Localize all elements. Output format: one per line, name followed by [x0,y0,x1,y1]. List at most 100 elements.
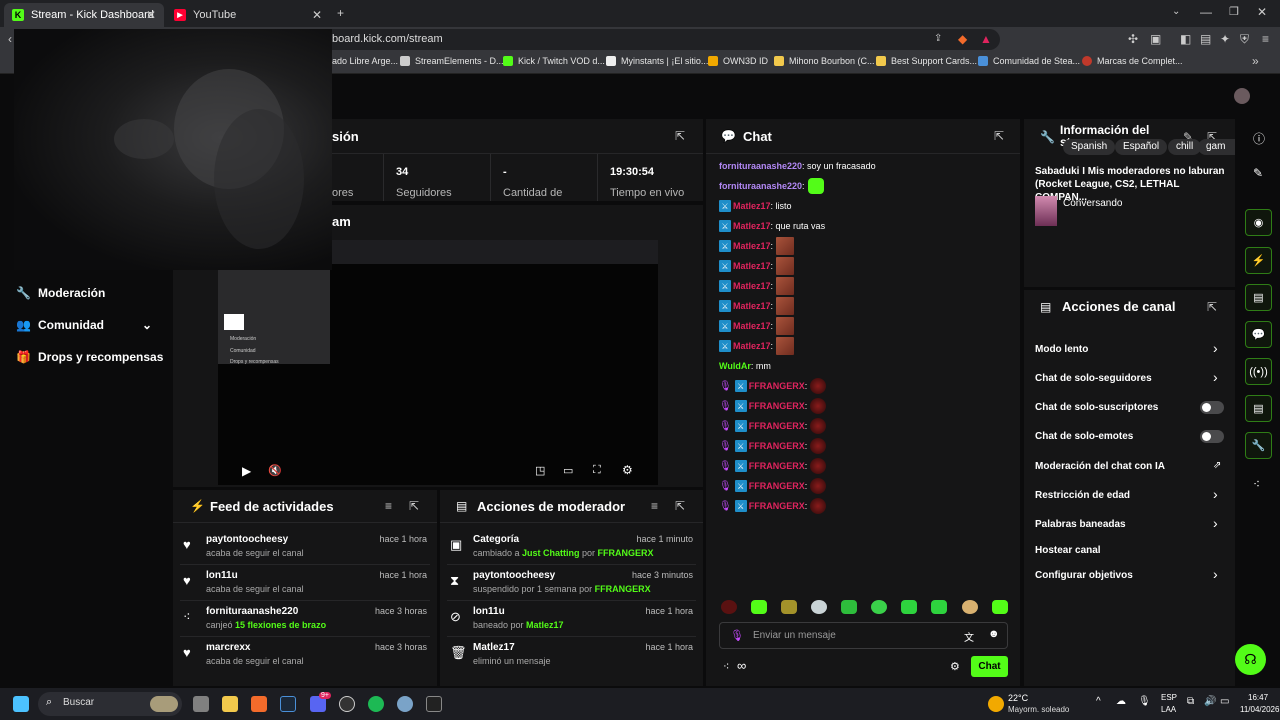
chat-username[interactable]: WuldAr [719,361,751,371]
channel-setting-6[interactable]: Palabras baneadas [1035,519,1126,530]
tray-icon[interactable]: ☁ [1116,696,1126,707]
channel-setting-5[interactable]: Restricción de edad [1035,490,1130,501]
bookmark-item[interactable]: Mihono Bourbon (C... [774,56,875,66]
avatar[interactable] [1234,88,1250,104]
channel-setting-8[interactable]: Configurar objetivos [1035,570,1133,581]
emote-icon[interactable] [962,600,978,614]
rail-button-camera[interactable]: ◉ [1245,209,1272,236]
bookmark-item[interactable]: Marcas de Complet... [1082,56,1183,66]
task-view-icon[interactable] [193,696,209,712]
sidebar-item-moderacion[interactable]: 🔧 Moderación [16,286,105,300]
url-field[interactable]: board.kick.com/stream [320,29,1000,50]
filter-icon[interactable]: ≡ [651,499,658,513]
language-indicator[interactable]: ESP [1161,693,1177,702]
sidebar-toggle-icon[interactable]: ◧ [1180,32,1191,46]
leo-ai-icon[interactable]: ✦ [1220,32,1230,46]
tag-chip[interactable]: chill [1168,139,1202,155]
chat-message[interactable]: fornituraanashe220: soy un fracasado [719,159,876,173]
chat-username[interactable]: Matlez17 [733,201,771,211]
chat-message[interactable]: fornituraanashe220: [719,178,824,194]
bookmark-item[interactable]: Comunidad de Stea... [978,56,1080,66]
chat-message[interactable]: 🎙 ⚔ FFRANGERX: [719,458,827,474]
chat-input[interactable]: 🎙 Enviar un mensaje 文 ☻ [719,622,1008,649]
popout-icon[interactable]: ⇱ [1207,300,1217,314]
tag-chip[interactable]: Español [1115,139,1168,155]
rail-button-chat[interactable]: 💬 [1245,321,1272,348]
brave-rewards-icon[interactable]: ▲ [980,32,992,46]
chat-message[interactable]: WuldAr: mm [719,359,771,373]
maximize-icon[interactable]: ❐ [1229,5,1239,18]
chat-message[interactable]: ⚔ Matlez17: listo [719,199,792,213]
sidebar-item-comunidad[interactable]: 👥 Comunidad ⌄ [16,318,152,332]
rail-button-document[interactable]: ▤ [1245,284,1272,311]
channel-setting-0[interactable]: Modo lento [1035,344,1088,355]
chat-message[interactable]: ⚔ Matlez17: [719,257,795,275]
tab-youtube[interactable]: ▶ YouTube ✕ [166,3,330,27]
bookmark-item[interactable]: ado Libre Arge... [332,56,398,66]
chat-message[interactable]: ⚔ Matlez17: [719,237,795,255]
list-item[interactable]: ⁖ fornituraanashe220 canjeó 15 flexiones d… [173,606,437,636]
category-thumbnail[interactable] [1035,196,1057,226]
chat-message[interactable]: 🎙 ⚔ FFRANGERX: [719,438,827,454]
more-bookmarks-icon[interactable]: » [1252,54,1259,68]
vpn-icon[interactable]: ⛨ [1240,32,1249,47]
chat-username[interactable]: FFRANGERX [749,461,805,471]
network-icon[interactable]: ⧉ [1187,696,1194,707]
rail-button-wrench[interactable]: 🔧 [1245,432,1272,459]
menu-icon[interactable]: ≡ [1262,32,1269,46]
app-icon[interactable] [426,696,442,712]
list-item[interactable]: ♥ marcrexx acaba de seguir el canal hace 3 … [173,642,437,672]
chat-message[interactable]: 🎙 ⚔ FFRANGERX: [719,418,827,434]
chat-username[interactable]: FFRANGERX [749,421,805,431]
emoji-icon[interactable]: ☻ [988,628,1000,640]
spotify-icon[interactable] [368,696,384,712]
play-icon[interactable]: ▶ [242,464,251,478]
bookmark-item[interactable]: Myinstants | ¡El sitio... [606,56,708,66]
translate-icon[interactable]: 文 [964,629,974,644]
theater-icon[interactable]: ▭ [563,464,573,477]
chat-message[interactable]: ⚔ Matlez17: [719,277,795,295]
chat-message[interactable]: 🎙 ⚔ FFRANGERX: [719,378,827,394]
toggle-switch[interactable] [1200,430,1224,443]
list-item[interactable]: ♥ paytontoocheesy acaba de seguir el canal… [173,534,437,564]
chevron-right-icon[interactable]: › [1213,340,1218,356]
chat-username[interactable]: fornituraanashe220 [719,181,802,191]
emote-icon[interactable] [721,600,737,614]
new-tab-icon[interactable]: + [337,6,344,20]
steam-icon[interactable] [280,696,296,712]
share-icon[interactable]: ⇪ [934,33,942,44]
chat-username[interactable]: Matlez17 [733,281,771,291]
emote-icon[interactable] [781,600,797,614]
mute-icon[interactable]: 🔇 [268,464,282,477]
fullscreen-icon[interactable]: ⛶ [593,464,601,477]
chat-username[interactable]: FFRANGERX [749,501,805,511]
emote-icon[interactable] [841,600,857,614]
mic-icon[interactable]: 🎙 [1138,696,1151,707]
tag-chip[interactable]: gam [1198,139,1235,155]
chat-username[interactable]: Matlez17 [733,241,771,251]
extensions-icon[interactable]: ✣ [1128,32,1138,46]
chat-message[interactable]: 🎙 ⚔ FFRANGERX: [719,398,827,414]
chevron-right-icon[interactable]: › [1213,486,1218,502]
volume-icon[interactable]: 🔊 [1204,696,1216,707]
brave-icon[interactable] [251,696,267,712]
chevron-right-icon[interactable]: › [1213,566,1218,582]
chat-username[interactable]: FFRANGERX [749,401,805,411]
chat-username[interactable]: Matlez17 [733,321,771,331]
chat-settings-gear-icon[interactable]: ⚙ [950,660,960,673]
chat-message[interactable]: ⚔ Matlez17: [719,337,795,355]
list-item[interactable]: ⧗ paytontoocheesy suspendido por 1 semana … [440,570,703,600]
popout-icon[interactable]: ⇱ [409,499,419,513]
close-tab-icon[interactable]: ✕ [312,8,322,22]
battery-icon[interactable]: ▭ [1220,696,1229,707]
popout-icon[interactable]: ⇱ [675,129,685,143]
edit-pencil-icon[interactable]: ✎ [1253,166,1263,180]
clock-time[interactable]: 16:47 [1248,693,1268,702]
pip-icon[interactable]: ◳ [535,464,545,477]
chat-username[interactable]: Matlez17 [733,261,771,271]
taskbar-search[interactable]: ⌕ Buscar [38,692,182,716]
chat-username[interactable]: FFRANGERX [749,381,805,391]
tag-chip[interactable]: Spanish [1063,139,1116,155]
chat-username[interactable]: FFRANGERX [749,441,805,451]
wallet-icon[interactable]: ▣ [1150,32,1161,46]
